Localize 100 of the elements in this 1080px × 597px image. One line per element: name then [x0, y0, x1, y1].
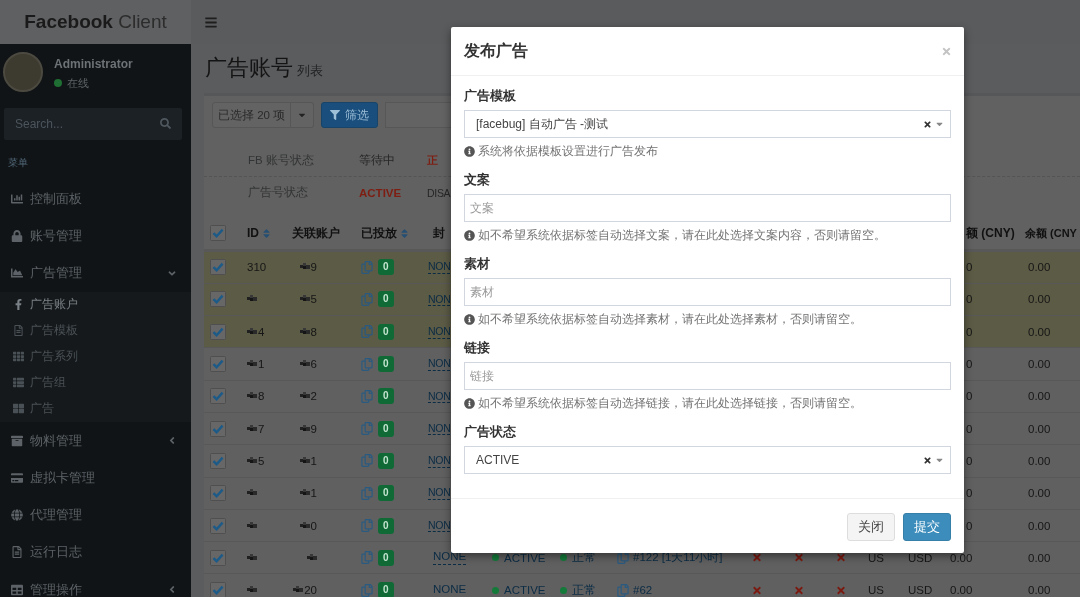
select-field[interactable]: [facebug] 自动广告 -测试	[464, 110, 951, 138]
balance-value: 0.00	[1028, 293, 1051, 306]
checkbox[interactable]	[210, 517, 226, 534]
ad-status-link[interactable]: ACTIVE	[504, 551, 546, 564]
linked-account: 8	[310, 325, 317, 338]
info-icon	[464, 145, 475, 157]
checkbox[interactable]	[210, 323, 226, 340]
ban-status-link[interactable]: NON	[428, 486, 451, 500]
linked-account: 9	[310, 261, 317, 274]
text-input[interactable]: 素材	[464, 278, 951, 306]
column-header: 额 (CNY)	[966, 224, 1015, 242]
submenu-item[interactable]: 广告账户	[0, 291, 191, 318]
row-id: 4	[258, 325, 265, 338]
checkbox[interactable]	[210, 549, 226, 566]
campaign-link[interactable]: #62	[633, 584, 653, 597]
filter-button[interactable]: 筛选	[321, 102, 379, 128]
amount-value: 0	[966, 358, 973, 371]
user-status: 在线	[67, 76, 89, 90]
ban-status-link[interactable]: NON	[428, 518, 451, 533]
user-name: Administrator	[54, 57, 133, 71]
count-badge: 0	[378, 582, 394, 597]
count-badge: 0	[378, 356, 394, 373]
field-label: 链接	[464, 340, 491, 357]
count-badge: 0	[378, 259, 394, 276]
status-dot-icon	[560, 586, 567, 594]
filter-option[interactable]: 正	[427, 153, 438, 168]
lock-icon	[11, 229, 23, 242]
checkbox[interactable]	[210, 291, 226, 308]
linked-account: 20	[304, 584, 317, 597]
column-header[interactable]: ID	[247, 226, 270, 241]
ban-status-link[interactable]: NON	[428, 454, 451, 468]
menu-item[interactable]: 管理操作	[0, 571, 191, 597]
clear-icon[interactable]	[924, 119, 931, 129]
modal-title: 发布广告	[464, 40, 528, 61]
copy-icon[interactable]	[617, 551, 629, 565]
checkbox[interactable]	[210, 356, 226, 373]
text-input[interactable]: 文案	[464, 194, 951, 222]
linked-account: 6	[310, 358, 317, 371]
select-field[interactable]: ACTIVE	[464, 446, 951, 474]
balance-value: 0.00	[1028, 325, 1051, 338]
checkbox[interactable]	[210, 259, 226, 276]
ban-status-link[interactable]: NONE	[433, 582, 467, 597]
checkbox[interactable]	[210, 388, 226, 405]
filter-option[interactable]: DISA	[427, 186, 451, 199]
amount-value: 0.00	[950, 551, 973, 564]
help-text: 系统将依据模板设置进行广告发布	[478, 142, 658, 160]
checkbox[interactable]	[210, 485, 226, 502]
dismiss-button[interactable]: 关闭	[847, 513, 895, 541]
filter-option[interactable]: ACTIVE	[359, 186, 402, 199]
ban-status-link[interactable]: NON	[428, 389, 451, 404]
status-dot-icon	[492, 554, 499, 562]
linked-account: 9	[310, 422, 317, 435]
currency-code: USD	[908, 584, 933, 597]
menu-icon[interactable]	[205, 15, 217, 29]
row-id: 1	[258, 358, 265, 371]
account-status-link[interactable]: 正常	[572, 582, 596, 597]
page-title: 广告账号	[205, 54, 293, 82]
checkbox[interactable]	[210, 225, 226, 242]
field-label: 文案	[464, 171, 491, 189]
checkbox[interactable]	[210, 582, 226, 597]
status-dot-icon	[560, 554, 567, 562]
amount-value: 0	[966, 454, 973, 467]
submit-button[interactable]: 提交	[903, 513, 951, 541]
clear-icon[interactable]	[924, 455, 931, 465]
checkbox[interactable]	[210, 452, 226, 469]
ban-status-link[interactable]: NON	[428, 292, 451, 307]
balance-value: 0.00	[1028, 261, 1051, 274]
text-input[interactable]: 链接	[464, 362, 951, 390]
ad-status-link[interactable]: ACTIVE	[504, 584, 546, 597]
ban-status-link[interactable]: NON	[428, 357, 451, 371]
checkbox[interactable]	[210, 420, 226, 437]
bar-chart-icon	[11, 192, 23, 205]
amount-value: 0	[966, 422, 973, 435]
menu-item[interactable]: 物料管理	[0, 421, 191, 460]
menu-item[interactable]: 虚拟卡管理	[0, 459, 191, 497]
column-header: 余额 (CNY	[1025, 225, 1077, 241]
menu-item[interactable]: 控制面板	[0, 180, 191, 218]
search-icon[interactable]	[160, 118, 171, 129]
help-text: 如不希望系统依据标签自动选择链接，请在此处选择链接，否则请留空。	[478, 394, 862, 412]
balance-value: 0.00	[1028, 584, 1051, 597]
row-id: 8	[258, 390, 265, 403]
balance-value: 0.00	[1028, 422, 1051, 435]
count-badge: 0	[378, 485, 394, 502]
close-icon[interactable]	[942, 45, 951, 57]
ban-status-link[interactable]: NON	[428, 324, 451, 339]
count-badge: 0	[378, 323, 394, 340]
info-icon	[464, 313, 475, 325]
dropdown-toggle[interactable]	[291, 102, 315, 128]
balance-value: 0.00	[1028, 487, 1051, 500]
ban-status-link[interactable]: NON	[428, 421, 451, 436]
menu-item[interactable]: 代理管理	[0, 496, 191, 534]
archive-icon	[11, 434, 23, 447]
menu-item[interactable]: 账号管理	[0, 217, 191, 255]
menu-item[interactable]: 运行日志	[0, 533, 191, 572]
column-header: 封	[433, 224, 445, 242]
amount-value: 0.00	[950, 584, 973, 597]
ban-status-link[interactable]: NON	[428, 260, 451, 274]
country-code: US	[868, 584, 884, 597]
menu-item[interactable]: 广告管理	[0, 254, 191, 292]
column-header[interactable]: 已投放	[361, 224, 408, 242]
